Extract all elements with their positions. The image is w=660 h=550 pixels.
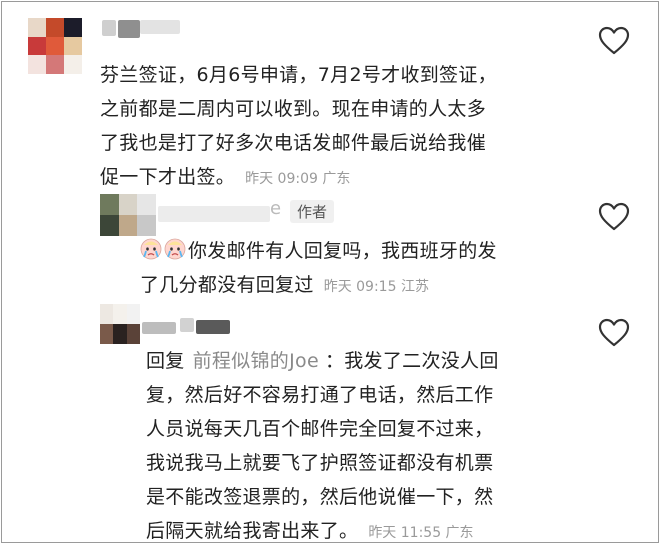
username (118, 20, 140, 38)
crying-face-emoji-icon (164, 238, 186, 260)
comment-meta: 昨天 09:09 广东 (245, 171, 351, 187)
crying-face-emoji-icon (140, 238, 162, 260)
reply-prefix: 回复 (146, 350, 185, 372)
username[interactable] (102, 20, 116, 36)
author-tag: 作者 (290, 200, 335, 223)
username (196, 320, 230, 334)
username (158, 206, 270, 222)
avatar[interactable] (100, 304, 140, 344)
username-fragment: e (270, 198, 282, 219)
comment-text: 你发邮件有人回复吗，我西班牙的发 了几分都没有回复过 昨天 09:15 江苏 (140, 238, 497, 296)
comment-meta: 昨天 11:55 广东 (368, 525, 474, 541)
heart-outline-icon[interactable] (598, 26, 630, 56)
username (140, 20, 180, 34)
heart-outline-icon[interactable] (598, 202, 630, 232)
avatar[interactable] (28, 18, 82, 74)
comment-meta: 昨天 09:15 江苏 (323, 279, 429, 295)
avatar[interactable] (100, 194, 156, 236)
comment-text: 回复 前程似锦的Joe ：我发了二次没人回 复，然后好不容易打通了电话，然后工作 人… (146, 350, 499, 542)
username (142, 322, 176, 334)
heart-outline-icon[interactable] (598, 318, 630, 348)
reply-target-link[interactable]: 前程似锦的Joe (193, 350, 319, 372)
username (180, 318, 194, 332)
comment-text: 芬兰签证，6月6号申请，7月2号才收到签证， 之前都是二周内可以收到。现在申请的… (100, 64, 497, 188)
